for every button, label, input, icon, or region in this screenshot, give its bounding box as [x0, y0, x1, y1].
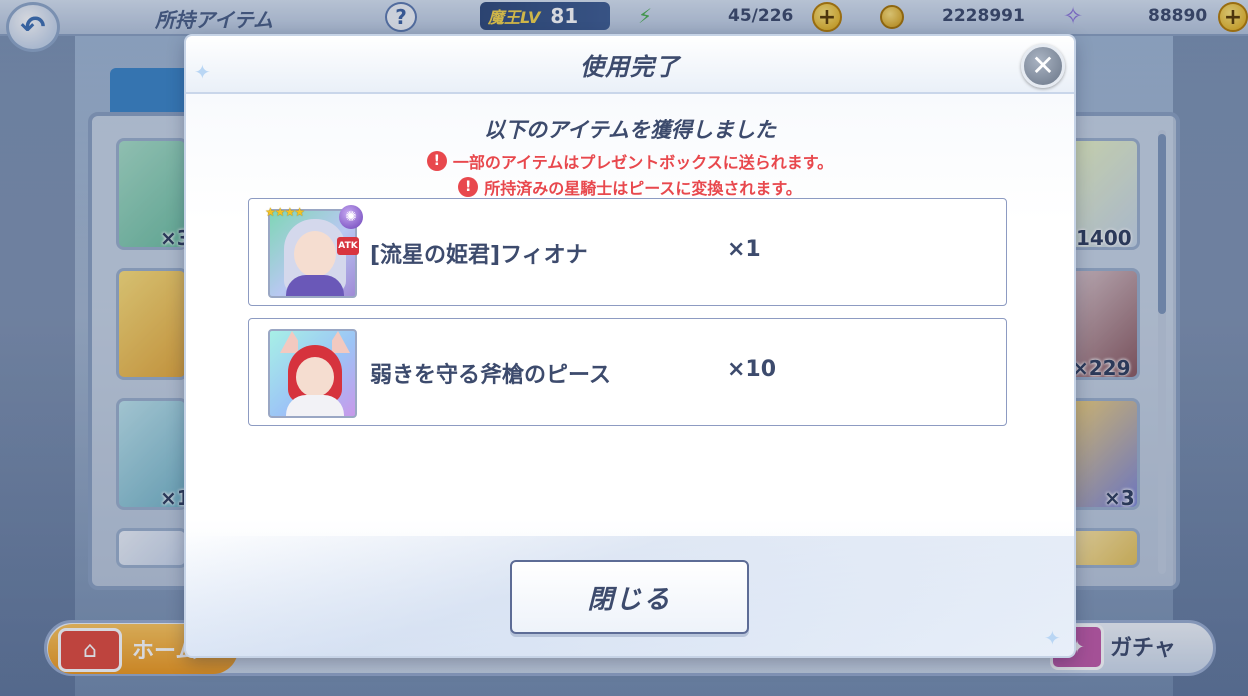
atk-type-icon: ATK [337, 237, 359, 255]
character-outfit [286, 275, 344, 296]
close-button[interactable]: 閉じる [510, 560, 749, 634]
character-face [296, 357, 334, 397]
notice-text: 一部のアイテムはプレゼントボックスに送られます。 [452, 153, 834, 172]
close-icon: ✕ [1031, 49, 1055, 82]
character-face [294, 231, 336, 277]
dialog-title: 使用完了 [580, 52, 680, 81]
sparkle-icon: ✦ [194, 60, 211, 84]
usage-complete-dialog: 使用完了 ✦ ✦ ✕ 以下のアイテムを獲得しました ! 一部のアイテムはプレゼン… [186, 36, 1074, 656]
reward-row: ★★★★ ✺ ATK [流星の姫君]フィオナ ×1 [248, 198, 1007, 306]
acquired-heading: 以下のアイテムを獲得しました [484, 118, 776, 142]
warning-icon: ! [458, 177, 479, 197]
rarity-stars-icon: ★★★★ [265, 205, 305, 219]
piece-portrait [268, 329, 357, 418]
reward-quantity: ×10 [727, 357, 777, 382]
reward-row: 弱きを守る斧槍のピース ×10 [248, 318, 1007, 426]
reward-name: 弱きを守る斧槍のピース [370, 363, 611, 388]
warning-icon: ! [426, 151, 447, 171]
notice-piece-conversion: ! 所持済みの星騎士はピースに変換されます。 [186, 175, 1074, 199]
notice-text: 所持済みの星騎士はピースに変換されます。 [484, 179, 802, 198]
dialog-header: 使用完了 [186, 36, 1074, 94]
sparkle-icon: ✦ [1044, 626, 1061, 650]
character-outfit [286, 395, 344, 416]
reward-name: [流星の姫君]フィオナ [370, 243, 588, 268]
notice-present-box: ! 一部のアイテムはプレゼントボックスに送られます。 [186, 149, 1074, 173]
reward-quantity: ×1 [727, 237, 761, 262]
element-swirl-icon: ✺ [339, 205, 363, 229]
close-dialog-button[interactable]: ✕ [1021, 44, 1065, 88]
